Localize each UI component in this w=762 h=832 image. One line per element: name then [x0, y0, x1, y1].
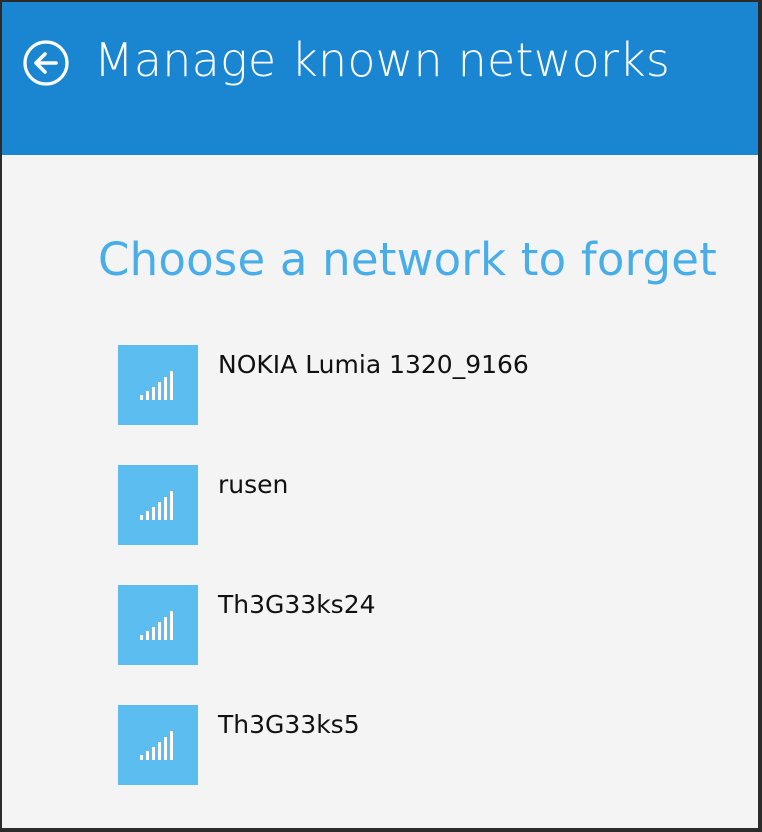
back-button[interactable]	[15, 32, 77, 94]
section-heading: Choose a network to forget	[98, 233, 718, 286]
settings-window: Manage known networks Choose a network t…	[2, 2, 758, 828]
network-name: Th3G33ks24	[218, 590, 376, 619]
network-tile	[118, 465, 198, 545]
network-tile	[118, 585, 198, 665]
network-tile	[118, 705, 198, 785]
header-bar: Manage known networks	[2, 2, 758, 155]
wifi-signal-icon	[140, 491, 173, 520]
network-name: Th3G33ks5	[218, 710, 360, 739]
network-name: rusen	[218, 470, 289, 499]
network-item[interactable]: rusen	[118, 465, 718, 545]
wifi-signal-icon	[140, 731, 173, 760]
back-arrow-circle-icon	[23, 40, 69, 86]
network-tile	[118, 345, 198, 425]
wifi-signal-icon	[140, 371, 173, 400]
known-networks-list: NOKIA Lumia 1320_9166 rusen Th3G33ks24 T…	[118, 345, 718, 825]
network-item[interactable]: NOKIA Lumia 1320_9166	[118, 345, 718, 425]
network-name: NOKIA Lumia 1320_9166	[218, 350, 529, 379]
wifi-signal-icon	[140, 611, 173, 640]
network-item[interactable]: Th3G33ks24	[118, 585, 718, 665]
network-item[interactable]: Th3G33ks5	[118, 705, 718, 785]
page-title: Manage known networks	[94, 33, 671, 87]
